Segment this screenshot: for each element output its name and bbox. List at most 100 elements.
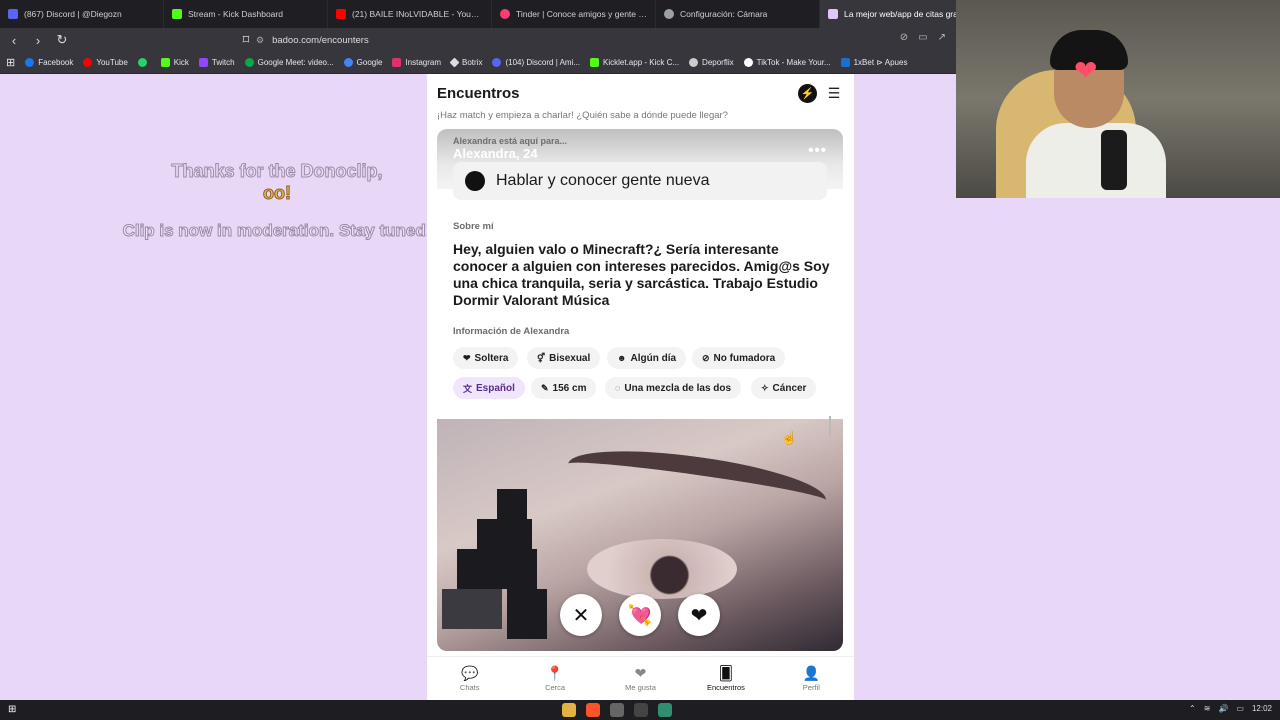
bookmark-twitch[interactable]: Twitch [198, 58, 235, 67]
tab-discord[interactable]: (867) Discord | @Diegozn [0, 0, 164, 28]
profile-photo[interactable]: ✕ 💘 ❤ [437, 419, 843, 651]
chip-sexuality: ⚥ Bisexual [527, 347, 601, 369]
tab-youtube[interactable]: (21) BAILE INoLVIDABLE - YouTube [328, 0, 492, 28]
nav-profile[interactable]: 👤 Perfil [769, 657, 854, 700]
tab-label: (867) Discord | @Diegozn [24, 9, 122, 19]
volume-icon[interactable]: 🔊 [1218, 704, 1228, 713]
badoo-app: Encuentros ¡Haz match y empieza a charla… [427, 74, 854, 700]
bookmark-label: Google [356, 58, 383, 67]
tinder-icon [500, 9, 510, 19]
share-icon[interactable]: ↗ [938, 32, 946, 43]
bookmark-facebook[interactable]: Facebook [25, 58, 73, 67]
page-subtitle: ¡Haz match y empieza a charlar! ¿Quién s… [437, 110, 728, 121]
forward-icon[interactable]: › [28, 30, 48, 50]
donation-message: Clip is now in moderation. Stay tuned! [122, 221, 432, 241]
user-icon: 👤 [802, 665, 821, 681]
google-icon [343, 58, 353, 67]
wifi-icon[interactable]: ≋ [1204, 704, 1211, 713]
file-explorer-icon[interactable] [562, 703, 576, 717]
webcam-person: ❤ [1026, 28, 1166, 198]
screen: { "browser": { "tabs": [ {"label": "(867… [0, 0, 1280, 720]
scrollbar[interactable] [829, 416, 831, 436]
more-options-icon[interactable]: ••• [808, 142, 827, 159]
no-smoking-icon: ⊘ [702, 352, 710, 363]
bookmark-instagram[interactable]: Instagram [392, 58, 441, 67]
url-actions: ⊘ ▭ ↗ [900, 32, 946, 43]
bookmark-discord[interactable]: (104) Discord | Ami... [492, 58, 580, 67]
reload-icon[interactable]: ↻ [52, 30, 72, 50]
bookmark-tiktok[interactable]: TikTok - Make Your... [743, 58, 831, 67]
tiktok-icon [743, 58, 753, 67]
ruler-icon: ✎ [541, 382, 549, 393]
chip-zodiac: ✧ Cáncer [751, 377, 817, 399]
notification-icon[interactable]: ▭ [1236, 704, 1244, 713]
page-title: Encuentros [437, 85, 520, 102]
gender-icon: ⚥ [537, 352, 546, 363]
pass-button[interactable]: ✕ [560, 594, 602, 636]
windows-start-icon[interactable]: ⊞ [8, 704, 16, 715]
tab-tinder[interactable]: Tinder | Conoce amigos y gente nue [492, 0, 656, 28]
bookmark-whatsapp[interactable] [137, 58, 151, 67]
nav-likes[interactable]: ❤ Me gusta [598, 657, 683, 700]
nav-label: Perfil [802, 683, 820, 692]
clock[interactable]: 12:02 [1252, 704, 1272, 713]
boost-bolt-icon[interactable]: ⚡ [798, 84, 817, 103]
twitch-icon [198, 58, 208, 67]
gear-icon [664, 9, 674, 19]
nav-nearby[interactable]: 📍 Cerca [512, 657, 597, 700]
crush-button[interactable]: 💘 [619, 594, 661, 636]
close-icon: ✕ [572, 604, 590, 627]
brave-icon[interactable] [586, 703, 600, 717]
bookmark-google-meet[interactable]: Google Meet: video... [244, 58, 334, 67]
donation-overlay: Thanks for the Donoclip, oo! Clip is now… [112, 160, 442, 242]
about-label: Sobre mí [453, 221, 494, 232]
app-icon[interactable] [658, 703, 672, 717]
bookmark-label: Botrix [462, 58, 483, 67]
photo-eyebrow [564, 439, 830, 525]
kicklet-icon [590, 58, 600, 67]
bookmark-kick[interactable]: Kick [160, 58, 189, 67]
bookmark-youtube[interactable]: YouTube [83, 58, 128, 67]
1xbet-icon [840, 58, 850, 67]
profile-card: Alexandra está aquí para... Alexandra, 2… [437, 129, 843, 651]
bookmark-label: Twitch [211, 58, 235, 67]
bookmark-kicklet[interactable]: Kicklet.app - Kick C... [590, 58, 679, 67]
apps-grid-icon[interactable]: ⊞ [6, 56, 15, 69]
vpn-icon[interactable] [634, 703, 648, 717]
donation-thanks: Thanks for the Donoclip, [171, 161, 383, 182]
camera-off-icon[interactable]: ⊘ [900, 32, 908, 43]
tab-kick[interactable]: Stream - Kick Dashboard [164, 0, 328, 28]
site-info-icon[interactable]: ⚙ [256, 35, 264, 46]
nav-encounters[interactable]: 🂠 Encuentros [683, 657, 768, 700]
kick-icon [172, 9, 182, 19]
discord-icon [8, 9, 18, 19]
obs-icon[interactable] [610, 703, 624, 717]
chip-label: Cáncer [772, 382, 807, 394]
chip-relationship: ❤ Soltera [453, 347, 519, 369]
cast-icon[interactable]: ▭ [918, 32, 927, 43]
intent-banner: Hablar y conocer gente nueva [453, 162, 827, 200]
url-text: badoo.com/encounters [272, 34, 369, 46]
chevron-up-icon[interactable]: ⌃ [1189, 704, 1196, 713]
bookmark-label: Google Meet: video... [257, 58, 334, 67]
back-icon[interactable]: ‹ [4, 30, 24, 50]
bookmark-icon[interactable]: ⌑ [236, 30, 256, 50]
nav-chats[interactable]: 💬 Chats [427, 657, 512, 700]
url-field[interactable]: ⚙ badoo.com/encounters [256, 31, 946, 49]
like-button[interactable]: ❤ [678, 594, 720, 636]
profile-name: Alexandra, 24 [453, 146, 538, 161]
chip-personality: ◌ Una mezcla de las dos [605, 377, 742, 399]
bookmark-google[interactable]: Google [343, 58, 383, 67]
chip-height: ✎ 156 cm [531, 377, 597, 399]
bookmark-deporflix[interactable]: Deporflix [689, 58, 734, 67]
bookmark-label: Facebook [38, 58, 74, 67]
chip-label: Una mezcla de las dos [624, 382, 732, 394]
filters-icon[interactable]: ☰ [825, 84, 843, 102]
translate-icon: 文 [463, 383, 473, 394]
bookmark-1xbet[interactable]: 1xBet ⊳ Apues [840, 58, 907, 67]
bookmark-label: Deporflix [702, 58, 734, 67]
bookmark-botrix[interactable]: Botrix [449, 57, 483, 68]
nav-label: Chats [459, 683, 480, 692]
tab-camera-settings[interactable]: Configuración: Cámara [656, 0, 820, 28]
chip-label: 156 cm [552, 382, 587, 394]
